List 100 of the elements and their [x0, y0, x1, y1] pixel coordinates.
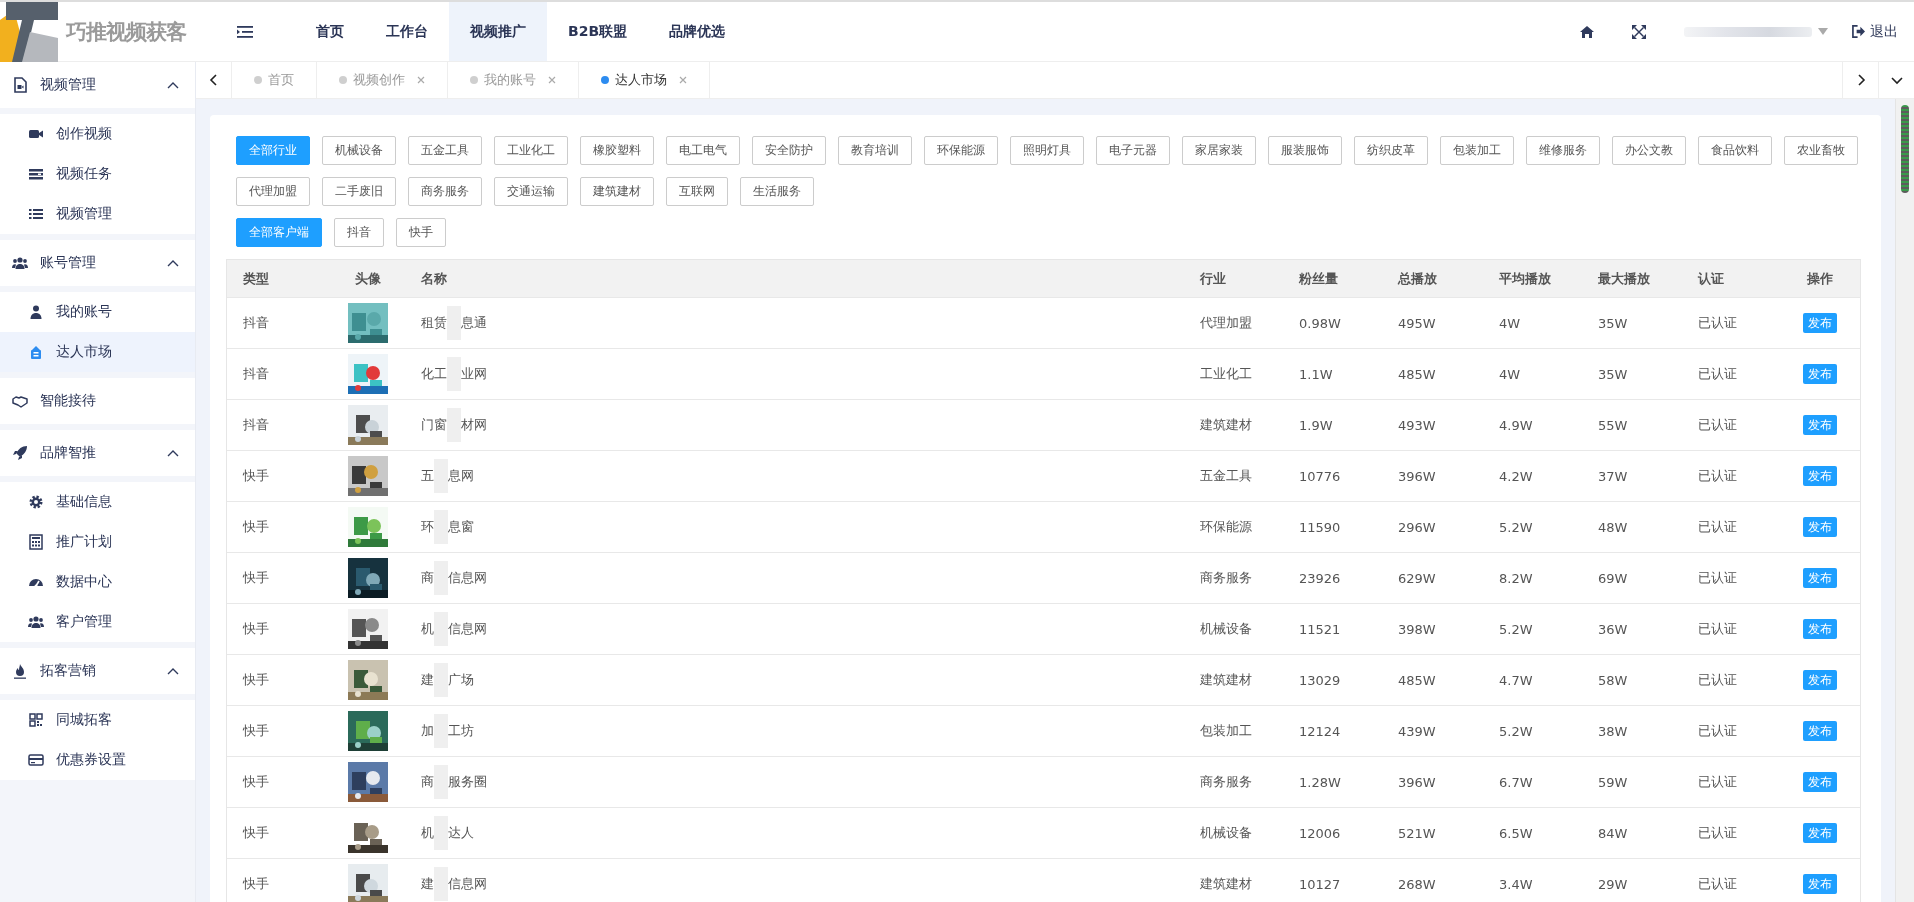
- column-header: 粉丝量: [1298, 269, 1339, 288]
- table-cell-text: 10127: [1298, 876, 1342, 892]
- table-cell-text: 521W: [1397, 825, 1437, 841]
- close-icon[interactable]: [417, 76, 425, 84]
- table-cell-text: 8.2W: [1498, 570, 1534, 586]
- logo-icon: [0, 1, 58, 62]
- industry-filter[interactable]: 互联网: [666, 177, 728, 206]
- client-filter[interactable]: 抖音: [334, 218, 384, 247]
- client-filter[interactable]: 快手: [396, 218, 446, 247]
- industry-filter[interactable]: 商务服务: [408, 177, 482, 206]
- status-dot: [339, 76, 347, 84]
- table-cell-text: 4.2W: [1498, 468, 1534, 484]
- name-cell: 信息网: [448, 875, 487, 893]
- nav-tab[interactable]: 首页: [295, 2, 365, 61]
- industry-filter[interactable]: 安全防护: [752, 136, 826, 165]
- table-cell-text: 已认证: [1697, 722, 1738, 740]
- industry-filter[interactable]: 机械设备: [322, 136, 396, 165]
- industry-filter[interactable]: 五金工具: [408, 136, 482, 165]
- name-cell: 建: [421, 671, 434, 689]
- industry-filter[interactable]: 代理加盟: [236, 177, 310, 206]
- column-header: 操作: [1807, 269, 1833, 288]
- sidebar-item[interactable]: 视频管理: [0, 194, 195, 234]
- sidebar-item[interactable]: 优惠券设置: [0, 740, 195, 780]
- industry-filter[interactable]: 教育培训: [838, 136, 912, 165]
- table-cell-text: 485W: [1397, 672, 1437, 688]
- sidebar-item[interactable]: 创作视频: [0, 114, 195, 154]
- nav-tab[interactable]: 品牌优选: [648, 2, 747, 61]
- table-cell-text: 11521: [1298, 621, 1342, 637]
- industry-filter[interactable]: 工业化工: [494, 136, 568, 165]
- nav-tab[interactable]: 视频推广: [449, 2, 547, 61]
- industry-filter[interactable]: 照明灯具: [1010, 136, 1084, 165]
- table-cell-text: 建筑建材: [1199, 671, 1253, 689]
- home-icon[interactable]: [1580, 24, 1594, 39]
- fullscreen-icon[interactable]: [1632, 24, 1646, 39]
- industry-filter[interactable]: 维修服务: [1526, 136, 1600, 165]
- sidebar-item[interactable]: 达人市场: [0, 332, 195, 372]
- table-cell-text: 37W: [1597, 468, 1629, 484]
- table-cell-text: 29W: [1597, 876, 1629, 892]
- industry-filter[interactable]: 食品饮料: [1698, 136, 1772, 165]
- sidebar-group[interactable]: 拓客营销: [0, 648, 195, 694]
- nav-tab[interactable]: 工作台: [365, 2, 449, 61]
- scrollbar-thumb[interactable]: [1901, 105, 1909, 193]
- table-cell-text: 396W: [1397, 774, 1437, 790]
- sidebar-item[interactable]: 同城拓客: [0, 700, 195, 740]
- flame-icon: [12, 663, 28, 679]
- table-cell-text: 5.2W: [1498, 519, 1534, 535]
- name-cell: 息通: [461, 314, 487, 332]
- task-list-icon: [28, 166, 44, 182]
- table-cell-text: 35W: [1597, 366, 1629, 382]
- chevron-up-icon: [167, 449, 179, 457]
- sidebar-item[interactable]: 推广计划: [0, 522, 195, 562]
- sidebar-item[interactable]: 基础信息: [0, 482, 195, 522]
- caret-icon[interactable]: [1818, 28, 1828, 35]
- industry-filter[interactable]: 农业畜牧: [1784, 136, 1858, 165]
- industry-filter[interactable]: 橡胶塑料: [580, 136, 654, 165]
- industry-filter[interactable]: 办公文教: [1612, 136, 1686, 165]
- sidebar-item[interactable]: 我的账号: [0, 292, 195, 332]
- sidebar-group[interactable]: 智能接待: [0, 378, 195, 424]
- menu-icon[interactable]: [237, 24, 253, 39]
- list-icon: [28, 206, 44, 222]
- credit-card-icon: [28, 752, 44, 768]
- industry-filter[interactable]: 服装服饰: [1268, 136, 1342, 165]
- industry-filter[interactable]: 电子元器: [1096, 136, 1170, 165]
- industry-filter[interactable]: 交通运输: [494, 177, 568, 206]
- close-icon[interactable]: [679, 76, 687, 84]
- industry-filter[interactable]: 生活服务: [740, 177, 814, 206]
- table-cell-text: 1.9W: [1298, 417, 1334, 433]
- sidebar-group[interactable]: 视频管理: [0, 62, 195, 108]
- sidebar-group[interactable]: 账号管理: [0, 240, 195, 286]
- nav-tab[interactable]: B2B联盟: [547, 2, 649, 61]
- industry-filter[interactable]: 纺织皮革: [1354, 136, 1428, 165]
- industry-filter[interactable]: 二手废旧: [322, 177, 396, 206]
- sidebar-group[interactable]: 品牌智推: [0, 430, 195, 476]
- gear-icon: [28, 494, 44, 510]
- table-cell-text: 快手: [242, 671, 270, 689]
- table-cell-text: 1.1W: [1298, 366, 1334, 382]
- table-cell-text: 5.2W: [1498, 621, 1534, 637]
- industry-filter[interactable]: 家居家装: [1182, 136, 1256, 165]
- scrollbar[interactable]: [1895, 99, 1914, 902]
- table-cell-text: 12124: [1298, 723, 1342, 739]
- column-header: 最大播放: [1597, 269, 1651, 288]
- table-cell-text: 3.4W: [1498, 876, 1534, 892]
- sidebar-item[interactable]: 视频任务: [0, 154, 195, 194]
- name-cell: 业网: [461, 365, 487, 383]
- logout-button[interactable]: 退出: [1852, 22, 1898, 41]
- table-cell-text: 11590: [1298, 519, 1342, 535]
- industry-filter[interactable]: 建筑建材: [580, 177, 654, 206]
- sidebar-item[interactable]: 客户管理: [0, 602, 195, 642]
- close-icon[interactable]: [548, 76, 556, 84]
- name-cell: 广场: [448, 671, 474, 689]
- industry-filter[interactable]: 环保能源: [924, 136, 998, 165]
- table-cell-text: 快手: [242, 875, 270, 893]
- users-icon: [12, 255, 28, 271]
- industry-filter[interactable]: 电工电气: [666, 136, 740, 165]
- sidebar-item[interactable]: 数据中心: [0, 562, 195, 602]
- table-cell-text: 38W: [1597, 723, 1629, 739]
- table-cell-text: 58W: [1597, 672, 1629, 688]
- table-cell-text: 机械设备: [1199, 620, 1253, 638]
- industry-filter[interactable]: 包装加工: [1440, 136, 1514, 165]
- table-cell-text: 485W: [1397, 366, 1437, 382]
